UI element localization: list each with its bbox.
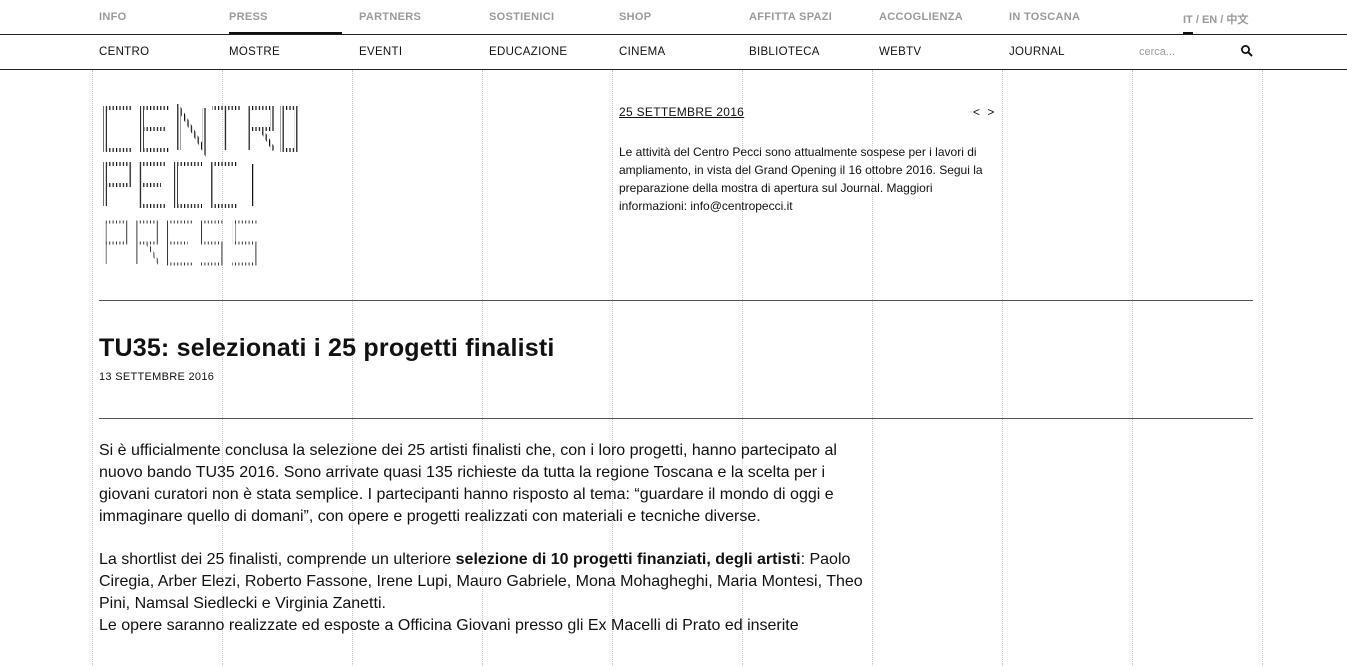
active-tab-indicator (229, 32, 342, 34)
article-title: TU35: selezionati i 25 progetti finalist… (99, 334, 555, 362)
subnav-item-educazione[interactable]: EDUCAZIONE (489, 46, 567, 58)
nav-item-affitta-spazi[interactable]: AFFITTA SPAZI (749, 11, 832, 23)
subnav-item-centro[interactable]: CENTRO (99, 46, 149, 58)
subnav-item-cinema[interactable]: CINEMA (619, 46, 666, 58)
top-navigation: INFO PRESS PARTNERS SOSTIENICI SHOP AFFI… (0, 0, 1347, 35)
search-input[interactable] (1139, 44, 1229, 60)
subnav-item-biblioteca[interactable]: BIBLIOTECA (749, 46, 820, 58)
nav-item-press[interactable]: PRESS (229, 11, 268, 23)
search-icon[interactable] (1240, 44, 1254, 58)
article-body: Si è ufficialmente conclusa la selezione… (99, 440, 869, 637)
divider (99, 300, 1253, 301)
article-paragraph: Le opere saranno realizzate ed esposte a… (99, 617, 799, 634)
article-paragraph: Si è ufficialmente conclusa la selezione… (99, 442, 837, 525)
nav-item-shop[interactable]: SHOP (619, 11, 651, 23)
column-guide (1002, 70, 1003, 666)
paragraph-bold-text: selezione di 10 progetti finanziati, deg… (455, 551, 801, 568)
divider (99, 418, 1253, 419)
paragraph-text: La shortlist dei 25 finalisti, comprende… (99, 551, 456, 568)
article-date: 13 SETTEMBRE 2016 (99, 371, 215, 383)
centro-pecci-press-logo[interactable] (99, 104, 299, 268)
notice-date-link[interactable]: 25 SETTEMBRE 2016 (619, 105, 744, 119)
subnav-item-eventi[interactable]: EVENTI (359, 46, 402, 58)
subnav-item-journal[interactable]: JOURNAL (1009, 46, 1065, 58)
column-guide (92, 70, 93, 666)
active-language-indicator (1183, 32, 1193, 34)
article-paragraph: La shortlist dei 25 finalisti, comprende… (99, 549, 869, 615)
nav-item-accoglienza[interactable]: ACCOGLIENZA (879, 11, 963, 23)
section-navigation: CENTRO MOSTRE EVENTI EDUCAZIONE CINEMA B… (0, 35, 1347, 70)
column-guide (1132, 70, 1133, 666)
subnav-item-mostre[interactable]: MOSTRE (229, 46, 280, 58)
language-switcher[interactable]: IT / EN / 中文 (1183, 11, 1248, 27)
nav-item-in-toscana[interactable]: IN TOSCANA (1009, 11, 1080, 23)
notice-prev-next-arrows[interactable]: < > (973, 105, 996, 119)
subnav-item-webtv[interactable]: WEBTV (879, 46, 921, 58)
notice-text: Le attività del Centro Pecci sono attual… (619, 145, 983, 213)
column-guide (1262, 70, 1263, 666)
nav-item-info[interactable]: INFO (99, 11, 126, 23)
nav-item-sostienici[interactable]: SOSTIENICI (489, 11, 554, 23)
nav-item-partners[interactable]: PARTNERS (359, 11, 421, 23)
